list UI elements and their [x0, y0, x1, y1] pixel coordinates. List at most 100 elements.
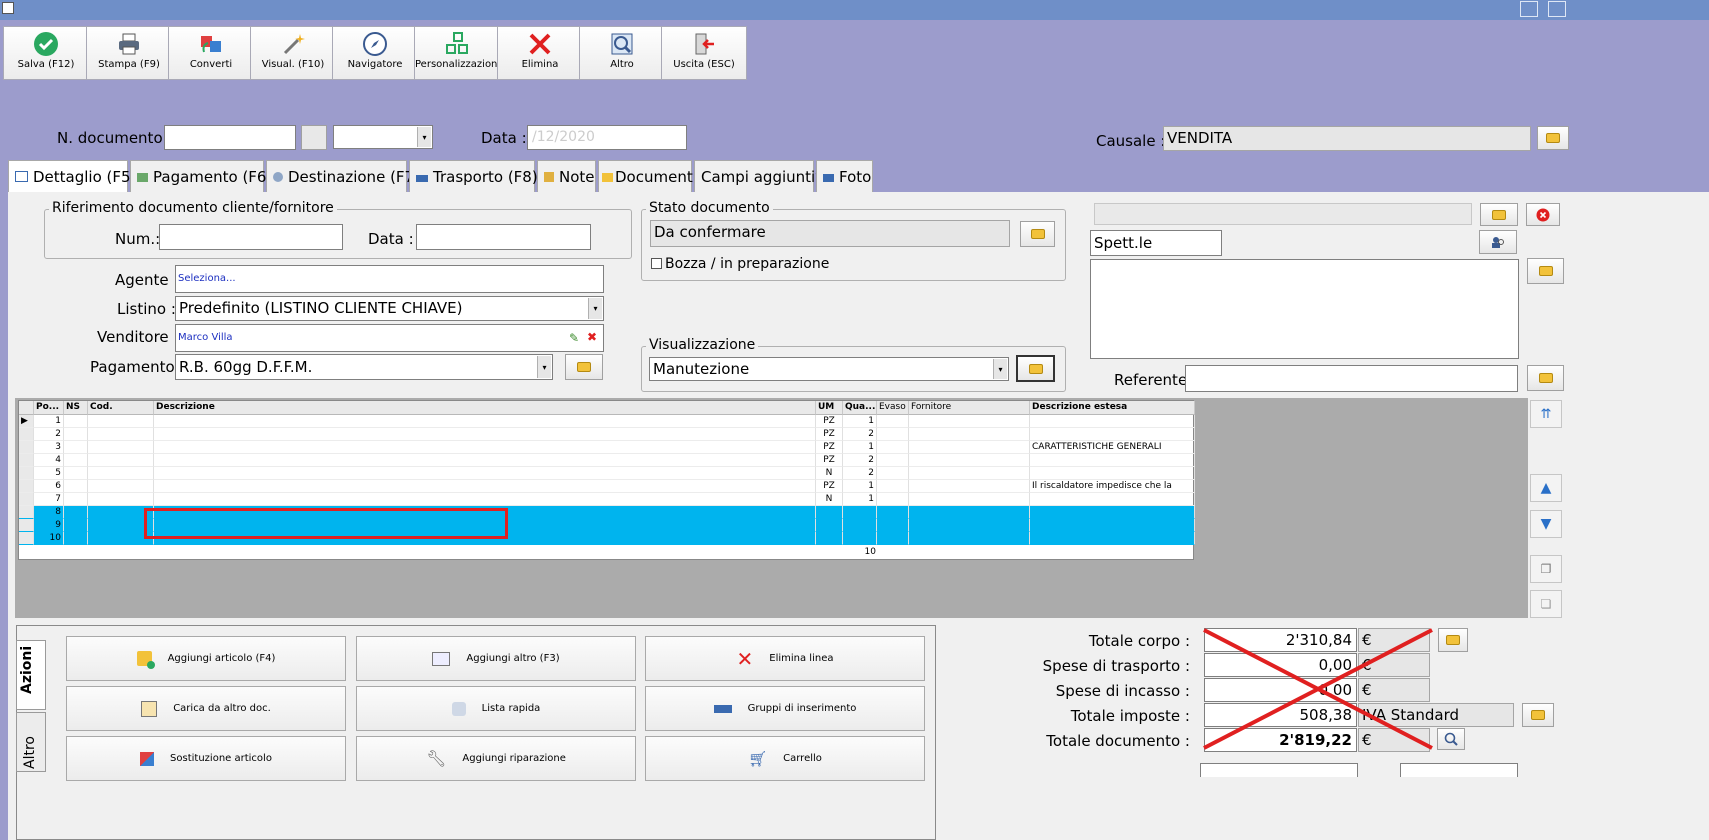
column-header-qty[interactable]: Qua... — [843, 401, 877, 415]
payment-select[interactable]: R.B. 60gg D.F.F.M. ▾ — [175, 354, 553, 380]
cell-pos[interactable]: 10 — [34, 532, 64, 545]
cell[interactable] — [909, 480, 1030, 493]
cell[interactable] — [64, 454, 88, 467]
payment-lookup-button[interactable] — [565, 354, 603, 380]
tab-note[interactable]: Note — [537, 160, 596, 192]
cell[interactable] — [88, 415, 154, 428]
price-list-select[interactable]: Predefinito (LISTINO CLIENTE CHIAVE) ▾ — [175, 296, 604, 321]
cell[interactable] — [154, 480, 816, 493]
cell-extended-description[interactable] — [1030, 519, 1195, 532]
cell[interactable] — [909, 519, 1030, 532]
document-suffix-field[interactable] — [301, 125, 327, 150]
copy-row-button[interactable]: ❐ — [1530, 555, 1562, 583]
seller-field[interactable]: Marco Villa — [175, 324, 604, 352]
cell[interactable] — [88, 428, 154, 441]
cell[interactable] — [909, 441, 1030, 454]
cell[interactable] — [909, 532, 1030, 545]
exit-button[interactable]: Uscita (ESC) — [661, 26, 747, 80]
cell-extended-description[interactable] — [1030, 454, 1195, 467]
cell[interactable] — [64, 493, 88, 506]
date-input[interactable]: /12/2020 — [527, 125, 687, 150]
view-select[interactable]: Manutezione ▾ — [649, 357, 1009, 381]
cell-extended-description[interactable] — [1030, 493, 1195, 506]
insert-groups-button[interactable]: Gruppi di inserimento — [645, 686, 925, 731]
cell[interactable] — [64, 441, 88, 454]
move-down-button[interactable]: ▼ — [1530, 510, 1562, 538]
cell[interactable] — [154, 454, 816, 467]
cell-pos[interactable]: 4 — [34, 454, 64, 467]
cell-pos[interactable]: 3 — [34, 441, 64, 454]
print-button[interactable]: Stampa (F9) — [86, 26, 172, 80]
cell[interactable] — [154, 415, 816, 428]
cell-um[interactable]: PZ — [816, 454, 843, 467]
status-lookup-button[interactable] — [1020, 221, 1055, 247]
salutation-field[interactable]: Spett.le — [1090, 230, 1222, 256]
delete-button[interactable]: Elimina — [497, 26, 583, 80]
cell-extended-description[interactable]: CARATTERISTICHE GENERALI — [1030, 441, 1195, 454]
cell[interactable] — [877, 480, 909, 493]
cell[interactable] — [88, 480, 154, 493]
cell[interactable] — [877, 428, 909, 441]
cell-qty[interactable]: 2 — [843, 454, 877, 467]
column-header-pos[interactable]: Po... — [34, 401, 64, 415]
cell[interactable] — [88, 493, 154, 506]
cell-um[interactable] — [816, 532, 843, 545]
cell-um[interactable] — [816, 519, 843, 532]
cart-button[interactable]: 🛒︎ Carrello — [645, 736, 925, 781]
cell-pos[interactable]: 1 — [34, 415, 64, 428]
tab-documenti[interactable]: Documenti — [598, 160, 697, 192]
side-tab-azioni[interactable]: Azioni — [16, 640, 46, 710]
tab-destinazione[interactable]: Destinazione (F7) — [266, 160, 420, 192]
customer-lookup-button[interactable] — [1480, 203, 1518, 226]
cell-extended-description[interactable] — [1030, 532, 1195, 545]
cell-qty[interactable]: 2 — [843, 467, 877, 480]
cell-pos[interactable]: 7 — [34, 493, 64, 506]
cell[interactable] — [909, 506, 1030, 519]
move-top-button[interactable]: ⇈ — [1530, 400, 1562, 428]
other-button[interactable]: Altro — [579, 26, 665, 80]
cell[interactable] — [154, 467, 816, 480]
column-header-ns[interactable]: NS — [64, 401, 88, 415]
cell[interactable] — [877, 519, 909, 532]
paste-row-button[interactable]: ❏ — [1530, 590, 1562, 618]
total-detail-button[interactable] — [1437, 728, 1465, 750]
quick-list-button[interactable]: Lista rapida — [356, 686, 636, 731]
cell-qty[interactable] — [843, 519, 877, 532]
cell-qty[interactable]: 1 — [843, 441, 877, 454]
cell-pos[interactable]: 6 — [34, 480, 64, 493]
cell[interactable] — [877, 454, 909, 467]
cell[interactable] — [909, 428, 1030, 441]
cell-um[interactable]: N — [816, 467, 843, 480]
restore-window-button[interactable] — [1520, 1, 1538, 17]
cell-um[interactable]: PZ — [816, 415, 843, 428]
draft-checkbox[interactable] — [651, 258, 662, 269]
cell[interactable] — [877, 415, 909, 428]
cell[interactable] — [877, 506, 909, 519]
cell-qty[interactable] — [843, 532, 877, 545]
column-header-descrizione[interactable]: Descrizione — [154, 401, 816, 415]
cell[interactable] — [64, 480, 88, 493]
cell-pos[interactable]: 2 — [34, 428, 64, 441]
cell[interactable] — [154, 441, 816, 454]
tab-campi-aggiuntivi[interactable]: Campi aggiuntivi — [694, 160, 828, 192]
column-header-cod[interactable]: Cod. — [88, 401, 154, 415]
customer-clear-button[interactable] — [1526, 203, 1560, 226]
cell[interactable] — [64, 532, 88, 545]
edit-pencil-icon[interactable]: ✎ — [569, 331, 579, 345]
cell[interactable] — [909, 493, 1030, 506]
customize-button[interactable]: Personalizzazioni — [414, 26, 500, 80]
column-header-descrizione-estesa[interactable]: Descrizione estesa — [1030, 401, 1195, 415]
clear-icon[interactable]: ✖ — [587, 330, 597, 344]
cell-extended-description[interactable] — [1030, 467, 1195, 480]
causale-lookup-button[interactable] — [1537, 126, 1569, 150]
navigator-button[interactable]: Navigatore — [332, 26, 418, 80]
contact-search-button[interactable] — [1479, 230, 1517, 254]
column-header-um[interactable]: UM — [816, 401, 843, 415]
save-button[interactable]: Salva (F12) — [3, 26, 89, 80]
cell-um[interactable]: PZ — [816, 441, 843, 454]
cell[interactable] — [64, 415, 88, 428]
referente-input[interactable] — [1185, 365, 1518, 392]
move-up-button[interactable]: ▲ — [1530, 474, 1562, 502]
cell-qty[interactable]: 2 — [843, 428, 877, 441]
minimize-window-button[interactable] — [1548, 1, 1566, 17]
